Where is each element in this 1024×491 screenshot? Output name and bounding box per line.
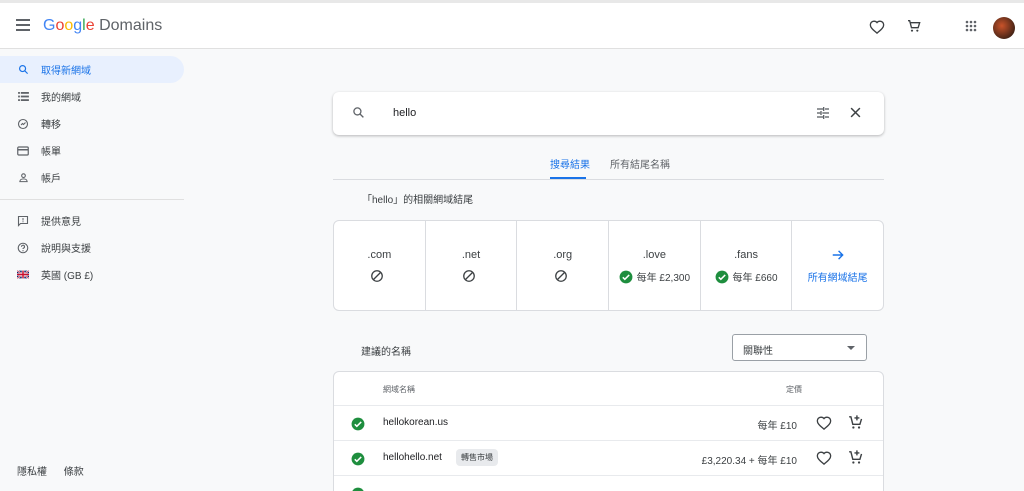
- sidebar-item-feedback[interactable]: 提供意見: [0, 207, 184, 234]
- tab-search-results[interactable]: 搜尋結果: [550, 156, 590, 179]
- google-domains-logo[interactable]: Google Domains: [43, 17, 162, 35]
- search-icon: [352, 106, 365, 124]
- main-menu-icon[interactable]: [14, 16, 34, 36]
- sidebar-divider: [0, 199, 184, 200]
- sidebar-item-transfer[interactable]: 轉移: [0, 110, 184, 137]
- sidebar-footer: 隱私權 條款: [17, 463, 98, 478]
- column-price: 定價: [786, 385, 802, 394]
- arrow-right-icon: [792, 248, 883, 267]
- tab-all-endings[interactable]: 所有結尾名稱: [610, 156, 670, 179]
- logo-product-name: Domains: [99, 17, 163, 34]
- cart-icon[interactable]: [904, 16, 924, 36]
- feedback-icon: [17, 215, 29, 227]
- search-icon: [17, 64, 29, 76]
- favorite-heart-icon[interactable]: [816, 415, 832, 435]
- column-domain-name: 網域名稱: [383, 385, 415, 394]
- active-tab-indicator: [550, 177, 586, 179]
- filter-tune-icon[interactable]: [815, 105, 831, 126]
- available-check-icon: [715, 270, 728, 283]
- endings-heading: 「hello」的相關網域結尾: [362, 195, 474, 206]
- add-to-cart-icon[interactable]: [847, 414, 864, 436]
- suggestions-heading: 建議的名稱: [361, 347, 411, 358]
- results-tabs: 搜尋結果 所有結尾名稱: [333, 150, 884, 180]
- unavailable-icon: [554, 269, 572, 286]
- table-row-partial[interactable]: [334, 476, 883, 491]
- uk-flag-icon: [17, 269, 29, 281]
- domain-search-bar: [333, 92, 884, 135]
- all-endings-link[interactable]: 所有網域結尾: [792, 221, 883, 310]
- domain-search-input[interactable]: [393, 104, 773, 122]
- add-to-cart-icon[interactable]: [847, 449, 864, 471]
- credit-card-icon: [17, 145, 29, 157]
- sidebar-item-help[interactable]: 說明與支援: [0, 234, 184, 261]
- list-icon: [17, 91, 29, 103]
- table-row[interactable]: hellohello.net 轉售市場 £3,220.34 + 每年 £10: [334, 441, 883, 476]
- apps-grid-icon[interactable]: [961, 16, 981, 36]
- domain-name: hellokorean.us: [383, 417, 449, 428]
- clear-search-icon[interactable]: [848, 105, 863, 125]
- domain-price: 每年 £10: [757, 421, 797, 432]
- domain-price: £3,220.34 + 每年 £10: [701, 456, 797, 467]
- unavailable-icon: [462, 269, 480, 286]
- account-avatar[interactable]: [993, 17, 1015, 39]
- aftermarket-badge: 轉售市場: [456, 449, 498, 466]
- sort-dropdown[interactable]: 關聯性: [732, 334, 867, 361]
- ending-org[interactable]: .org: [517, 221, 610, 310]
- sidebar-item-account[interactable]: 帳戶: [0, 164, 184, 191]
- domain-endings-card: .com .net .org .love 每年 £2,300 .fans 每年 …: [333, 220, 884, 311]
- person-icon: [17, 172, 29, 184]
- privacy-link[interactable]: 隱私權: [17, 467, 47, 478]
- sidebar-item-get-new-domain[interactable]: 取得新網域: [0, 56, 184, 83]
- favorite-heart-icon[interactable]: [816, 450, 832, 470]
- sidebar-item-region[interactable]: 英國 (GB £): [0, 261, 184, 288]
- terms-link[interactable]: 條款: [64, 467, 84, 478]
- domain-name: hellohello.net: [383, 452, 442, 463]
- sidebar-item-my-domains[interactable]: 我的網域: [0, 83, 184, 110]
- available-check-icon: [351, 452, 365, 466]
- dropdown-caret-icon: [847, 346, 855, 350]
- help-icon: [17, 242, 29, 254]
- top-app-bar: Google Domains: [0, 0, 1024, 49]
- ending-price: 每年 £660: [732, 273, 778, 284]
- table-header: 網域名稱 定價: [334, 372, 883, 406]
- ending-fans[interactable]: .fans 每年 £660: [701, 221, 793, 310]
- suggestions-table: 網域名稱 定價 hellokorean.us 每年 £10 hellohello…: [333, 371, 884, 491]
- transfer-icon: [17, 118, 29, 130]
- sidebar-item-billing[interactable]: 帳單: [0, 137, 184, 164]
- available-check-icon: [352, 487, 364, 491]
- available-check-icon: [619, 270, 633, 283]
- available-check-icon: [351, 417, 365, 431]
- sidebar: 取得新網域 我的網域 轉移 帳單 帳戶 提供意見 說明與支援 英國 (GB £)…: [0, 49, 190, 491]
- ending-love[interactable]: .love 每年 £2,300: [609, 221, 701, 310]
- favorites-heart-icon[interactable]: [867, 16, 887, 36]
- unavailable-icon: [370, 269, 388, 286]
- table-row[interactable]: hellokorean.us 每年 £10: [334, 406, 883, 441]
- ending-com[interactable]: .com: [334, 221, 426, 310]
- ending-net[interactable]: .net: [426, 221, 518, 310]
- ending-price: 每年 £2,300: [636, 273, 691, 284]
